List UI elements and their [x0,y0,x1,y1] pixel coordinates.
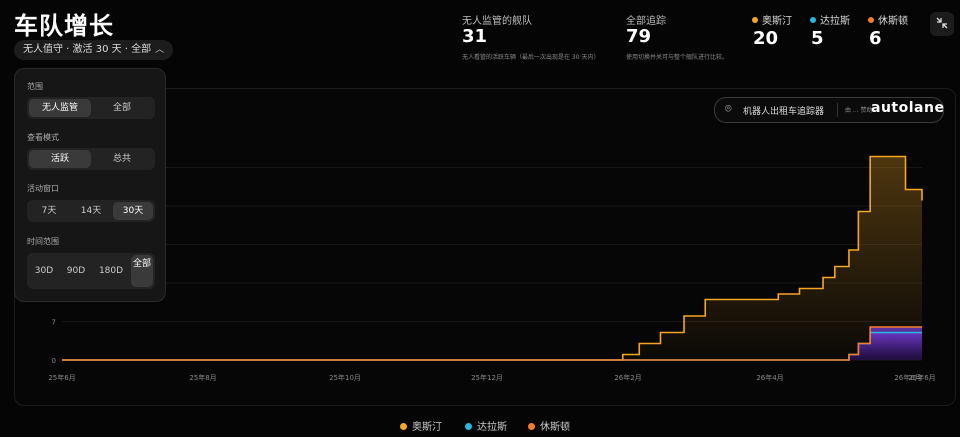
window-label: 活动窗口 [27,184,59,193]
map-pin-icon: ⌾ [725,102,732,115]
window-toggle: 7天 14天 30天 [27,200,155,222]
window-option-30d[interactable]: 30天 [113,202,153,220]
x-tick-label: 25年12月 [471,373,503,382]
tracker-label: 机器人出租车追踪器 [743,107,825,117]
legend-label: 休斯顿 [540,422,570,433]
view-option-total[interactable]: 总共 [91,150,153,168]
legend-dot-icon [528,423,535,430]
scope-toggle: 无人监管 全部 [27,97,155,119]
x-tick-label: 25年6月 [908,373,935,382]
range-toggle: 30D 90D 180D 全部 [27,253,155,289]
scope-option-unsupervised[interactable]: 无人监管 [29,99,91,117]
series-area-0 [62,156,922,360]
range-option-30d[interactable]: 30D [29,262,59,280]
brand-logo: autolane [871,100,945,116]
scope-option-all[interactable]: 全部 [91,99,153,117]
window-option-14d[interactable]: 14天 [71,202,111,220]
x-tick-label: 25年6月 [48,373,75,382]
x-tick-label: 25年10月 [329,373,361,382]
y-tick-label: 7 [52,319,56,327]
legend-dot-icon [465,423,472,430]
range-label: 时间范围 [27,237,59,246]
range-option-90d[interactable]: 90D [60,262,92,280]
view-option-active[interactable]: 活跃 [29,150,91,168]
view-mode-toggle: 活跃 总共 [27,148,155,170]
legend-label: 奥斯汀 [412,422,442,433]
sponsor-text: 由 ... 赞助 [845,107,873,114]
range-option-all[interactable]: 全部 [131,255,153,287]
legend-item-austin[interactable]: 奥斯汀 [400,418,442,433]
badge-divider [837,103,838,117]
scope-label: 范围 [27,82,43,91]
x-tick-label: 26年2月 [614,373,641,382]
legend-label: 达拉斯 [477,422,507,433]
y-tick-label: 0 [52,357,56,365]
x-tick-label: 26年4月 [756,373,783,382]
filter-panel: 范围 无人监管 全部 查看模式 活跃 总共 活动窗口 7天 14天 30天 时间… [14,68,166,302]
legend-item-houston[interactable]: 休斯顿 [528,418,570,433]
sponsor-badge[interactable]: ⌾ 机器人出租车追踪器 由 ... 赞助 autolane [714,97,944,123]
window-option-7d[interactable]: 7天 [29,202,69,220]
range-option-180d[interactable]: 180D [93,262,129,280]
view-mode-label: 查看模式 [27,133,59,142]
legend-dot-icon [400,423,407,430]
x-tick-label: 25年8月 [189,373,216,382]
legend-item-dallas[interactable]: 达拉斯 [465,418,507,433]
